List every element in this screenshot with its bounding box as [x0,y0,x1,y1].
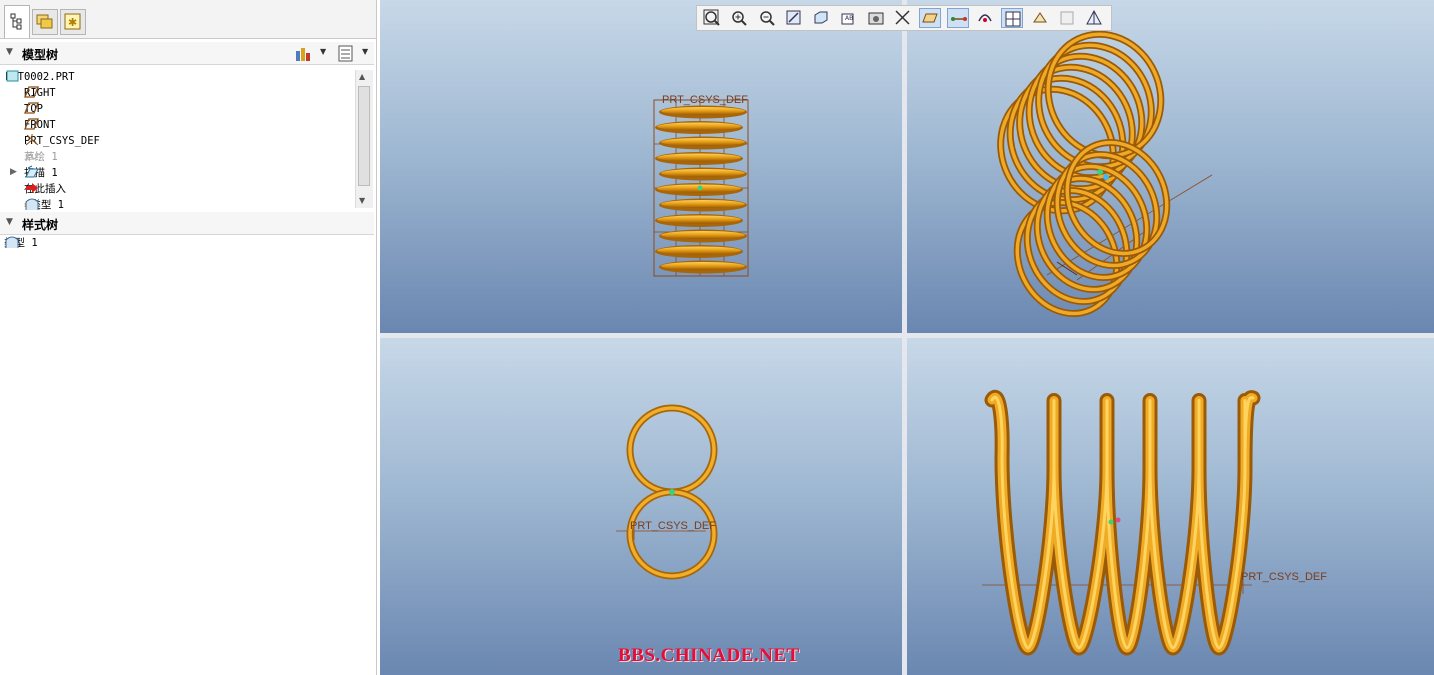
navigator-tabbar: ✱ [0,0,376,39]
view-manager-icon [868,12,884,25]
spring-coil-highlight [661,200,745,208]
watermark: BBS.CHINADE.NET [618,645,800,666]
spring-coil-highlight [657,215,741,224]
repaint-icon [786,10,801,25]
zoom-in-icon [732,11,748,26]
spring-side-view[interactable] [380,0,902,333]
collapse-triangle-icon[interactable]: ▼ [6,47,13,57]
style-view-icon [1086,9,1103,25]
csys-label: PRT_CSYS_DEF [1241,571,1327,583]
spring-coil-highlight [657,122,741,131]
insert-arrow-icon [26,183,38,193]
point-display-button[interactable] [974,8,996,28]
spring-wave-body [984,390,1261,656]
tree-item-insert-here[interactable]: 在此插入 [24,181,66,197]
tree-settings-icon[interactable] [294,45,312,62]
expand-arrow-icon[interactable]: ▶ [10,167,17,177]
zoom-out-button[interactable] [756,8,778,28]
plane-display-button[interactable] [919,8,942,28]
tree-item-sketch[interactable]: 草绘 1 [24,149,58,165]
spring-isometric-view[interactable] [907,0,1434,333]
part-icon [6,70,19,82]
tree-item-style[interactable]: ✱类型 1 [24,197,64,213]
axis-display-button[interactable] [946,8,969,28]
model-tree-header: ▼ 模型树 ▼ ▼ [0,42,374,65]
svg-text:AB: AB [845,15,853,22]
model-tree-title: 模型树 [22,48,59,62]
zoom-out-icon [759,11,775,26]
datum-plane-icon [24,102,39,114]
show-columns-icon[interactable] [337,45,355,62]
style-tree-item[interactable]: 类型 1 [4,235,38,251]
viewport-top[interactable]: PRT_CSYS_DEF [907,338,1434,675]
tree-settings-dropdown-icon[interactable]: ▼ [320,47,326,56]
style-surface-icon [5,236,19,248]
datum-display-icon [895,10,910,25]
spring-coil-highlight [661,262,745,270]
tree-item-sweep[interactable]: 扫描 1 [24,165,58,181]
spring-coil-highlight [657,246,741,255]
scroll-up-icon[interactable]: ▲ [359,72,365,81]
viewport-front[interactable]: PRT_CSYS_DEF [380,338,902,675]
viewport-side[interactable]: PRT_CSYS_DEF [380,0,902,333]
show-columns-dropdown-icon[interactable]: ▼ [362,47,368,56]
annotation-display-icon [1060,11,1074,25]
annotation-display-button[interactable] [1056,8,1078,28]
csys-label: PRT_CSYS_DEF [630,520,716,532]
view-toolbar: AB [696,5,1112,31]
style-tree-title: 样式树 [22,218,59,232]
tab-folder-browser[interactable] [32,9,58,35]
scrollbar-thumb[interactable] [358,86,370,186]
view-manager-button[interactable] [865,8,887,28]
collapse-triangle-icon[interactable]: ▼ [6,217,13,227]
style-view-button[interactable] [1083,8,1105,28]
display-style-icon [814,11,828,24]
model-tree-icon [10,13,22,30]
csys-display-button[interactable] [1001,8,1024,28]
repaint-button[interactable] [783,8,805,28]
model-tree-scrollbar[interactable]: ▲ ▼ [355,70,373,208]
datum-display-button[interactable] [892,8,914,28]
tree-item-front[interactable]: FRONT [24,117,56,133]
tab-favorites[interactable]: ✱ [60,9,86,35]
favorites-icon: ✱ [64,13,81,30]
tree-item-right[interactable]: RIGHT [24,85,56,101]
point-display-icon [978,14,992,22]
saved-views-button[interactable]: AB [838,8,860,28]
plane-display-icon [922,13,939,23]
csys-label: PRT_CSYS_DEF [662,94,748,106]
zoom-in-button[interactable] [728,8,750,28]
coordinate-system-icon [25,134,39,146]
tree-item-part[interactable]: PRT0002.PRT [5,69,75,85]
sweep-icon [25,165,39,178]
spring-coil-highlight [657,153,741,162]
spring-front-view[interactable] [380,338,902,675]
spin-center-button[interactable] [1029,8,1051,28]
tree-item-top[interactable]: TOP [24,101,43,117]
zoom-fit-icon [703,9,720,26]
viewport-isometric[interactable] [907,0,1434,333]
folder-icon [36,14,53,29]
style-tree-header: ▼ 样式树 [0,212,374,235]
scroll-down-icon[interactable]: ▼ [359,196,365,205]
tab-model-tree[interactable] [4,5,30,38]
svg-text:✱: ✱ [68,16,77,29]
display-style-button[interactable] [810,8,832,28]
spring-coil-highlight [661,169,745,177]
spring-top-view[interactable] [907,338,1434,675]
datum-plane-icon [24,86,39,98]
sketch-icon [25,152,39,162]
spring-coil-highlight [661,107,745,115]
datum-plane-icon [24,118,39,130]
zoom-fit-button[interactable] [701,8,723,28]
saved-views-icon: AB [841,13,853,25]
style-surface-icon [25,198,39,210]
spring-coil-highlight [661,231,745,239]
spin-center-icon [1032,12,1047,23]
spring-coil-highlight [661,138,745,146]
csys-display-icon [1005,11,1021,27]
tree-item-csys[interactable]: PRT_CSYS_DEF [24,133,100,149]
navigator-panel: ✱ ▼ 模型树 ▼ ▼ PRT0002.PRT RIGHT TOP FRONT … [0,0,377,675]
axis-display-icon [950,17,967,21]
